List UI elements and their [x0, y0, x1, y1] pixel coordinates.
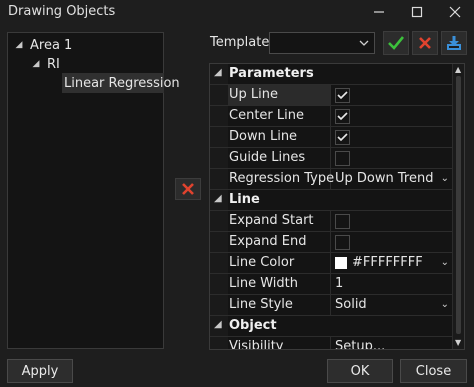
property-value[interactable] — [332, 211, 453, 231]
property-name: Up Line — [228, 85, 331, 105]
property-line-width[interactable]: Line Width 1 — [210, 274, 453, 295]
chevron-down-icon[interactable]: ⌄ — [441, 295, 449, 315]
category-label: Parameters — [229, 66, 314, 81]
ok-button[interactable]: OK — [327, 359, 393, 383]
property-value[interactable]: Solid ⌄ — [332, 295, 453, 315]
checkbox[interactable] — [335, 151, 350, 166]
template-select[interactable] — [269, 32, 375, 54]
property-down-line[interactable]: Down Line — [210, 127, 453, 148]
property-name: Line Color — [228, 253, 331, 273]
property-value[interactable] — [332, 106, 453, 126]
close-button[interactable]: Close — [400, 359, 467, 383]
property-name: Regression Type — [228, 169, 334, 189]
collapse-arrow-icon[interactable]: ◢ — [14, 40, 24, 50]
category-object[interactable]: ◢ Object — [210, 316, 453, 337]
checkbox[interactable] — [335, 130, 350, 145]
dropdown-value: Solid — [335, 297, 367, 312]
check-icon — [337, 112, 348, 121]
tree-node-label: RI — [47, 56, 60, 72]
category-parameters[interactable]: ◢ Parameters — [210, 64, 453, 85]
remove-x-icon — [419, 37, 431, 49]
chevron-down-icon — [359, 40, 369, 46]
expand-arrow-icon[interactable]: ◢ — [214, 67, 222, 78]
maximize-button[interactable] — [398, 0, 436, 24]
property-line-color[interactable]: Line Color #FFFFFFFF ⌄ — [210, 253, 453, 274]
property-name: Line Style — [228, 295, 331, 315]
template-label: Template — [210, 35, 270, 50]
apply-template-button[interactable] — [383, 31, 409, 55]
checkbox[interactable] — [335, 235, 350, 250]
property-value[interactable] — [332, 85, 453, 105]
chevron-down-icon[interactable]: ⌄ — [441, 253, 449, 273]
color-value: #FFFFFFFF — [352, 255, 423, 270]
save-download-icon — [447, 36, 461, 50]
color-swatch — [335, 257, 347, 269]
property-value[interactable]: #FFFFFFFF ⌄ — [332, 253, 453, 273]
minimize-button[interactable] — [360, 0, 398, 24]
property-value[interactable]: 1 — [332, 274, 453, 294]
scrollbar-thumb[interactable] — [456, 76, 461, 334]
property-name: Expand Start — [228, 211, 331, 231]
category-label: Object — [229, 318, 277, 333]
checkbox[interactable] — [335, 109, 350, 124]
category-line[interactable]: ◢ Line — [210, 190, 453, 211]
close-window-button[interactable] — [436, 0, 474, 24]
apply-button[interactable]: Apply — [7, 359, 73, 383]
window-title: Drawing Objects — [8, 4, 116, 19]
property-expand-end[interactable]: Expand End — [210, 232, 453, 253]
property-value[interactable]: Setup... — [332, 337, 453, 349]
property-expand-start[interactable]: Expand Start — [210, 211, 453, 232]
remove-x-icon — [182, 183, 194, 195]
collapse-arrow-icon[interactable]: ◢ — [31, 59, 41, 69]
category-label: Line — [229, 192, 260, 207]
save-template-button[interactable] — [441, 31, 467, 55]
tree-node-area[interactable]: ◢ Area 1 — [14, 35, 73, 55]
close-icon — [449, 6, 461, 18]
dropdown-value: Up Down Trend — [335, 171, 434, 186]
tree-node-drawing-object[interactable]: Linear Regression — [62, 73, 180, 93]
maximize-icon — [411, 6, 423, 18]
expand-arrow-icon[interactable]: ◢ — [214, 193, 222, 204]
property-name: Guide Lines — [228, 148, 331, 168]
property-up-line[interactable]: Up Line — [210, 85, 453, 106]
property-center-line[interactable]: Center Line — [210, 106, 453, 127]
title-bar: Drawing Objects — [0, 0, 474, 24]
checkbox[interactable] — [335, 88, 350, 103]
remove-object-button[interactable] — [175, 178, 201, 200]
scroll-down-icon[interactable]: ▼ — [455, 338, 461, 347]
property-name: Down Line — [228, 127, 331, 147]
property-guide-lines[interactable]: Guide Lines — [210, 148, 453, 169]
property-name: Center Line — [228, 106, 331, 126]
check-icon — [337, 91, 348, 100]
scroll-up-icon[interactable]: ▲ — [455, 65, 461, 74]
property-regression-type[interactable]: Regression Type Up Down Trend ⌄ — [210, 169, 453, 190]
property-name: Visibility — [228, 337, 331, 349]
delete-template-button[interactable] — [412, 31, 438, 55]
check-icon — [337, 133, 348, 142]
property-line-style[interactable]: Line Style Solid ⌄ — [210, 295, 453, 316]
property-visibility[interactable]: Visibility Setup... — [210, 337, 453, 349]
tree-node-label: Area 1 — [30, 37, 73, 53]
property-value[interactable] — [332, 127, 453, 147]
tree-node-label: Linear Regression — [64, 75, 180, 91]
property-value[interactable]: Up Down Trend ⌄ — [332, 169, 453, 189]
checkmark-icon — [388, 36, 404, 50]
property-name: Expand End — [228, 232, 331, 252]
vertical-scrollbar[interactable]: ▲ ▼ — [452, 64, 464, 349]
tree-node-indicator[interactable]: ◢ RI — [31, 54, 60, 74]
objects-tree[interactable]: ◢ Area 1 ◢ RI Linear Regression — [7, 32, 180, 349]
property-value[interactable] — [332, 232, 453, 252]
property-name: Line Width — [228, 274, 331, 294]
checkbox[interactable] — [335, 214, 350, 229]
expand-arrow-icon[interactable]: ◢ — [214, 319, 222, 330]
minimize-icon — [374, 11, 384, 13]
chevron-down-icon[interactable]: ⌄ — [441, 169, 449, 189]
property-grid[interactable]: ◢ Parameters Up Line Center Line Down Li… — [209, 63, 465, 350]
property-value[interactable] — [332, 148, 453, 168]
